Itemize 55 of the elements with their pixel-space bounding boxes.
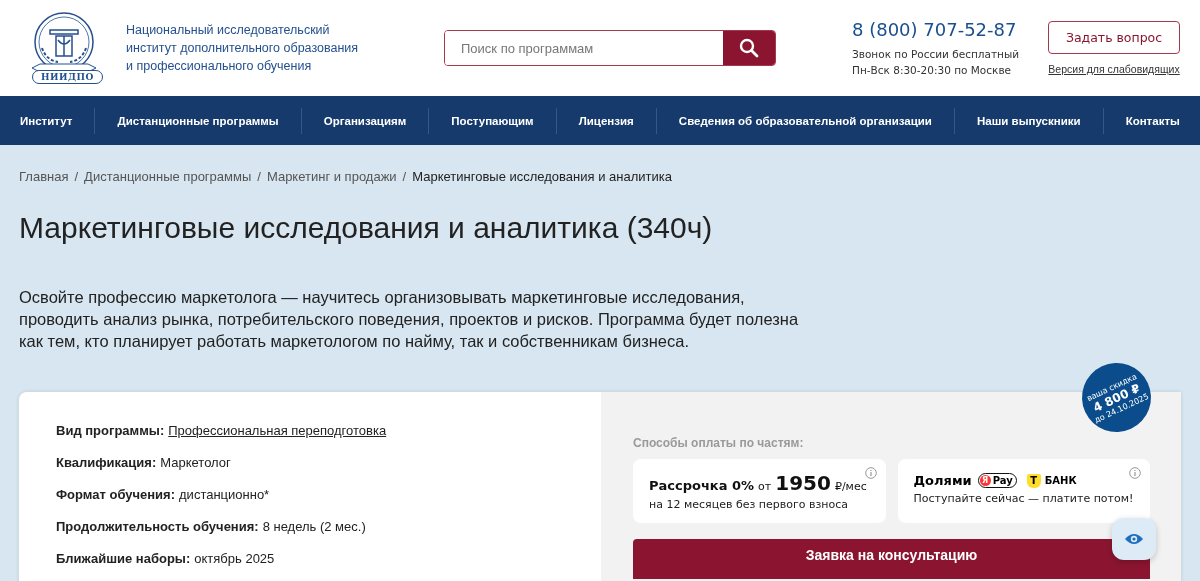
org-name-line: и профессионального обучения	[126, 58, 313, 75]
breadcrumb-link[interactable]: Маркетинг и продажи	[266, 169, 397, 184]
detail-label: Продолжительность обучения:	[56, 518, 259, 536]
eye-icon	[1124, 532, 1144, 546]
org-name-line: институт дополнительного образования	[126, 40, 360, 57]
dolyami-note: Поступайте сейчас — платите потом!	[913, 492, 1134, 505]
nav-link[interactable]: Организациям	[323, 106, 407, 135]
price-unit: ₽/мес	[834, 480, 867, 493]
breadcrumb-separator: /	[257, 169, 261, 184]
dolyami-card[interactable]: Долями Я Pay Т БАНК Поступайте сейчас — платите потом!	[897, 459, 1150, 523]
program-type-link[interactable]: Профессиональная переподготовка	[168, 422, 387, 440]
dolyami-title: Долями	[913, 473, 972, 488]
consultation-button[interactable]: Заявка на консультацию	[633, 539, 1150, 579]
info-icon[interactable]	[1129, 467, 1141, 479]
breadcrumb-separator: /	[74, 169, 79, 184]
phone-note: Звонок по России бесплатный	[852, 46, 1021, 62]
course-description: Освойте профессию маркетолога — научитесь организовывать маркетинговые исследования, проводить анализ рынка, потребительского поведения, проектов и рисков. Программа будет полезна как тем, кто планирует работать маркетологом по найму, так и собственникам бизнеса.	[19, 287, 800, 352]
nav-link[interactable]: Наши выпускники	[977, 106, 1081, 135]
nav-link[interactable]: Дистанционные программы	[117, 106, 279, 135]
detail-label: Формат обучения:	[56, 486, 176, 504]
breadcrumb-link[interactable]: Главная	[19, 169, 69, 184]
nav-link[interactable]: Контакты	[1125, 106, 1180, 135]
detail-value: дистанционно*	[179, 486, 270, 504]
breadcrumb-separator: /	[402, 169, 407, 184]
detail-value: 8 недель (2 мес.)	[262, 518, 366, 536]
installment-title: Рассрочка 0%	[649, 478, 755, 493]
accessibility-button[interactable]	[1112, 518, 1156, 560]
breadcrumb-link[interactable]: Дистанционные программы	[84, 169, 252, 184]
breadcrumb-current: Маркетинговые исследования и аналитика	[412, 169, 672, 184]
nav-link[interactable]: Сведения об образовательной организации	[678, 106, 932, 135]
ask-question-button[interactable]: Задать вопрос	[1048, 21, 1180, 54]
page-title: Маркетинговые исследования и аналитика (340ч)	[19, 210, 714, 246]
price-prefix: от	[758, 480, 772, 493]
bank-logo: Т БАНК	[1026, 473, 1077, 488]
logo-caption: НИИДПО	[32, 70, 103, 84]
nav-link[interactable]: Поступающим	[451, 106, 534, 135]
detail-label: Ближайшие наборы:	[56, 550, 191, 568]
installment-note: на 12 месяцев без первого взноса	[649, 498, 849, 511]
info-icon[interactable]	[864, 467, 877, 479]
installment-card[interactable]: Рассрочка 0% от 1950 ₽/мес на 12 месяцев без первого взноса	[633, 459, 886, 523]
phone-number: 8 (800) 707-52-87	[852, 18, 1018, 40]
search-button[interactable]	[723, 31, 775, 65]
detail-value: Маркетолог	[160, 454, 231, 472]
search-icon	[739, 38, 759, 58]
detail-label: Вид программы:	[56, 422, 165, 440]
search-field[interactable]: Поиск по программам	[444, 30, 776, 66]
price-amount: 1950	[775, 471, 831, 495]
org-name-line: Национальный исследовательский	[126, 22, 331, 39]
payment-heading: Способы оплаты по частям:	[633, 436, 805, 450]
phone-note: Пн-Вск 8:30-20:30 по Москве	[852, 62, 1013, 78]
nav-link[interactable]: Институт	[20, 106, 73, 135]
nav-link[interactable]: Лицензия	[578, 106, 634, 135]
detail-value: октябрь 2025	[194, 550, 275, 568]
detail-label: Квалификация:	[56, 454, 157, 472]
accessibility-link[interactable]: Версия для слабовидящих	[1048, 63, 1180, 75]
